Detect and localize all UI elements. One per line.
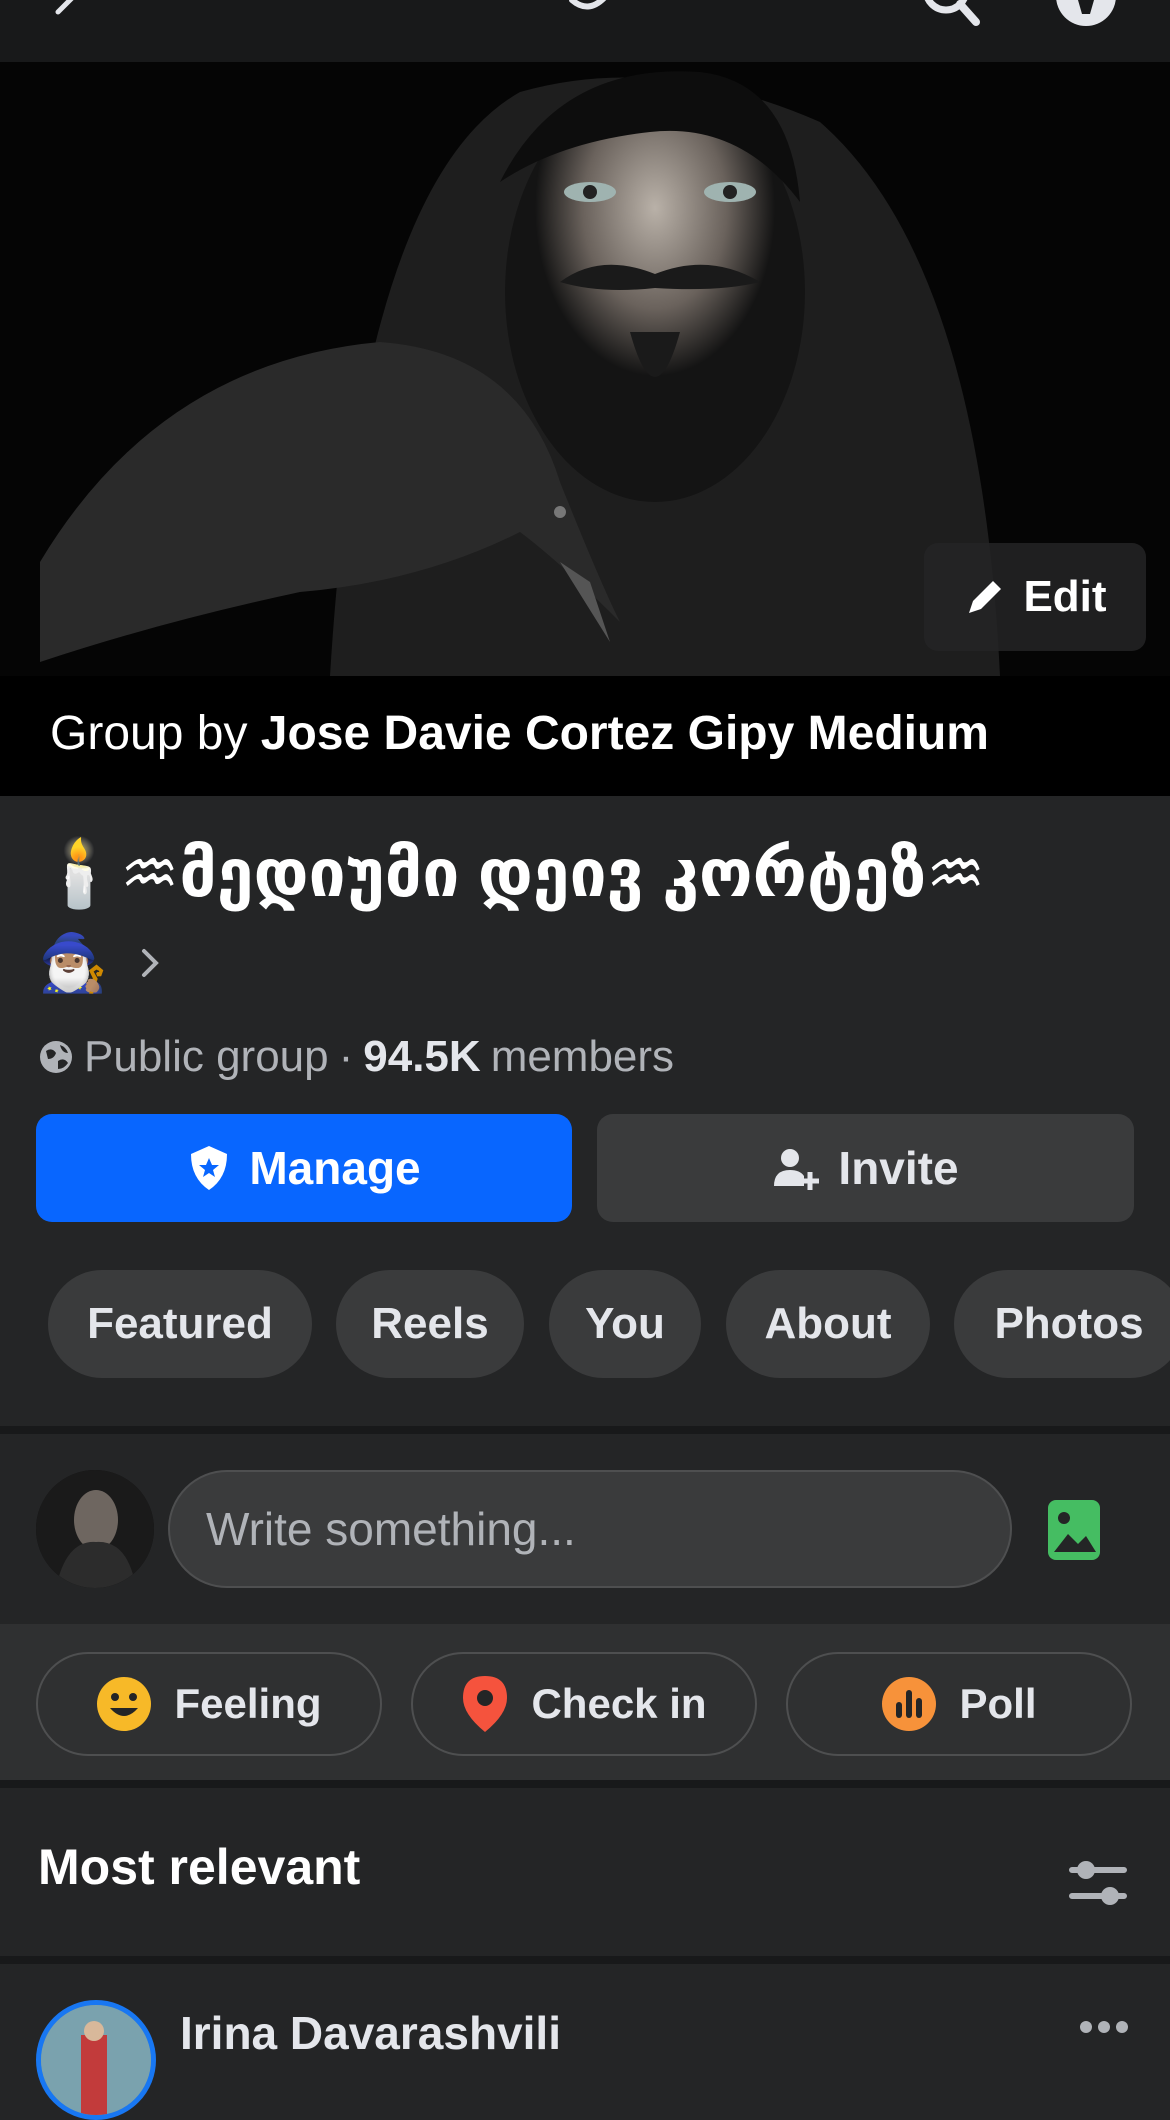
members-label: members <box>490 1032 675 1081</box>
manage-label: Manage <box>249 1142 421 1194</box>
photo-icon[interactable] <box>1046 1498 1102 1562</box>
group-by-prefix: Group by <box>50 707 248 760</box>
tab-about[interactable]: About <box>726 1270 930 1378</box>
group-owner-line: Group by Jose Davie Cortez Gipy Medium <box>50 706 989 761</box>
chevron-right-icon <box>141 949 159 977</box>
location-pin-icon <box>463 1676 508 1732</box>
shield-star-icon <box>191 1146 228 1190</box>
globe-icon <box>40 1041 72 1073</box>
edit-label: Edit <box>1023 572 1107 621</box>
smiley-icon <box>97 1677 152 1731</box>
privacy-label: Public group <box>84 1032 329 1081</box>
admin-shield-icon[interactable] <box>1054 0 1118 30</box>
check-in-button[interactable]: Check in <box>411 1652 757 1756</box>
tab-reels[interactable]: Reels <box>336 1270 524 1378</box>
edit-cover-button[interactable]: Edit <box>924 543 1146 651</box>
feeling-button[interactable]: Feeling <box>36 1652 382 1756</box>
tab-photos[interactable]: Photos <box>954 1270 1170 1378</box>
poll-button[interactable]: Poll <box>786 1652 1132 1756</box>
poll-icon <box>882 1677 937 1731</box>
check-in-label: Check in <box>531 1680 707 1727</box>
group-owner-name[interactable]: Jose Davie Cortez Gipy Medium <box>261 707 989 760</box>
feeling-label: Feeling <box>174 1680 322 1727</box>
post-author-name[interactable]: Irina Davarashvili <box>180 2006 561 2060</box>
section-divider <box>0 1426 1170 1434</box>
back-arrow-icon[interactable] <box>48 0 88 32</box>
filter-sliders-icon[interactable] <box>1068 1858 1128 1908</box>
meta-separator: · <box>338 1032 354 1081</box>
feed-sort-label[interactable]: Most relevant <box>38 1838 360 1896</box>
pencil-icon <box>969 581 1002 613</box>
avatar-image <box>36 1470 154 1588</box>
group-name-emoji: 🧙🏽‍♂️ <box>38 931 108 994</box>
more-options-icon[interactable] <box>1078 2014 1130 2040</box>
avatar[interactable] <box>36 1470 154 1588</box>
group-name[interactable]: 🕯️♒მედიუმი დეივ კორტეზ♒ <box>38 840 1138 906</box>
tab-you[interactable]: You <box>549 1270 701 1378</box>
poll-label: Poll <box>959 1680 1037 1727</box>
add-person-icon <box>774 1149 820 1190</box>
group-tabs: Featured Reels You About Photos <box>0 1270 1170 1378</box>
search-icon[interactable] <box>920 0 980 32</box>
section-divider <box>0 1956 1170 1964</box>
group-name-continued[interactable]: 🧙🏽‍♂️ <box>38 930 164 996</box>
section-divider <box>0 1780 1170 1788</box>
post-author-avatar[interactable] <box>36 2000 156 2120</box>
manage-button[interactable]: Manage <box>36 1114 572 1222</box>
invite-button[interactable]: Invite <box>597 1114 1134 1222</box>
post-avatar-image <box>41 2005 151 2115</box>
title-fragment <box>569 0 607 10</box>
tab-featured[interactable]: Featured <box>48 1270 312 1378</box>
write-something-input[interactable]: Write something... <box>168 1470 1012 1588</box>
invite-label: Invite <box>838 1142 959 1194</box>
member-count[interactable]: 94.5K <box>363 1032 480 1082</box>
group-meta: Public group · 94.5K members <box>38 1032 674 1082</box>
